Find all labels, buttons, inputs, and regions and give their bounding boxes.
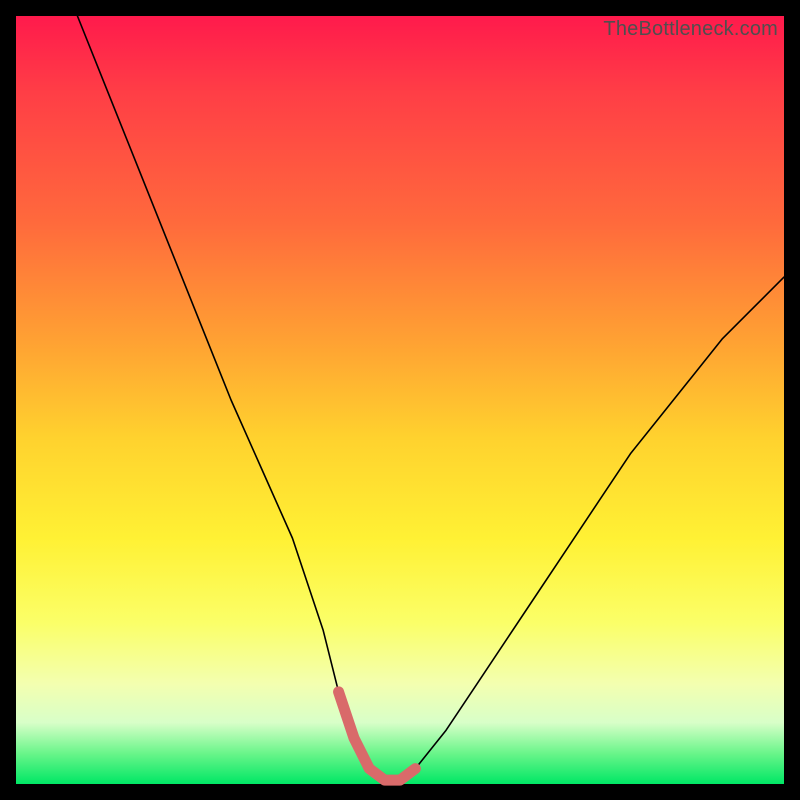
gradient-plot-area: TheBottleneck.com [16,16,784,784]
bottleneck-curve-path [77,16,784,780]
chart-frame: TheBottleneck.com [0,0,800,800]
optimal-zone-highlight-path [339,692,416,780]
curve-svg [16,16,784,784]
